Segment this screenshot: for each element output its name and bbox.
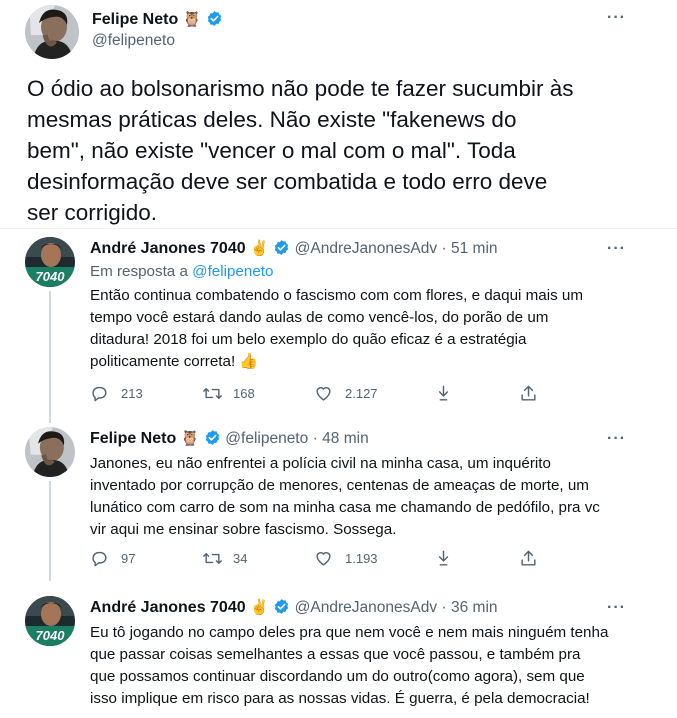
- author-name[interactable]: Felipe Neto: [90, 430, 176, 447]
- retweet-action[interactable]: 34: [202, 549, 314, 568]
- reply-count: 97: [121, 551, 136, 566]
- reply-action[interactable]: 97: [90, 549, 202, 568]
- author-line: Felipe Neto 🦉: [92, 10, 223, 32]
- more-options-icon[interactable]: ···: [607, 599, 626, 617]
- retweet-icon[interactable]: [202, 384, 223, 403]
- tweet-text-line: politicamente correta! 👍: [90, 353, 259, 370]
- more-options-icon[interactable]: ···: [607, 9, 626, 27]
- avatar-badge-text: 7040: [36, 269, 66, 284]
- more-options-icon[interactable]: ···: [607, 240, 626, 258]
- tweet-text-line: Eu tô jogando no campo deles pra que nem…: [90, 624, 609, 641]
- tweet-text-line: que passar coisas semelhantes a essas qu…: [90, 646, 581, 663]
- author-line: André Janones 7040 ✌ @AndreJanonesAdv · …: [90, 239, 498, 261]
- author-name[interactable]: Felipe Neto: [92, 11, 178, 28]
- reply-prefix: Em resposta a: [90, 263, 188, 280]
- tweet-text: Então continua combatendo o fascismo com…: [90, 285, 660, 373]
- thread-line: [49, 481, 51, 581]
- tweet-text: O ódio ao bolsonarismo não pode te fazer…: [27, 73, 667, 228]
- avatar-andre-janones[interactable]: 7040: [25, 237, 75, 287]
- tweet-text-line: O ódio ao bolsonarismo não pode te fazer…: [27, 76, 574, 101]
- victory-hand-emoji: ✌: [250, 240, 269, 257]
- reply-context: Em resposta a @felipeneto: [90, 263, 273, 280]
- thread-line: [49, 291, 51, 423]
- avatar-badge-text: 7040: [36, 628, 66, 643]
- author-handle[interactable]: @AndreJanonesAdv: [295, 599, 437, 616]
- like-count: 2.127: [345, 386, 378, 401]
- owl-emoji: 🦉: [180, 430, 200, 447]
- author-line: André Janones 7040 ✌ @AndreJanonesAdv · …: [90, 598, 498, 620]
- tweet-text-line: vir aqui me ensinar sobre fascismo. Soss…: [90, 521, 397, 538]
- retweet-action[interactable]: 168: [202, 384, 314, 403]
- tweet-text-line: isso implique em risco para as nossas vi…: [90, 690, 590, 707]
- tweet-text-line: tempo você estará dando aulas de como ve…: [90, 309, 549, 326]
- tweet-text-line: ditadura! 2018 foi um belo exemplo do qu…: [90, 331, 527, 348]
- reply-to-link[interactable]: @felipeneto: [192, 263, 273, 280]
- divider: [0, 228, 677, 229]
- reply-icon[interactable]: [90, 549, 109, 568]
- share-icon[interactable]: [519, 549, 538, 568]
- tweet-text-line: bem", não existe "vencer o mal com o mal…: [27, 138, 516, 163]
- reply-icon[interactable]: [90, 384, 109, 403]
- like-action[interactable]: 2.127: [314, 384, 434, 403]
- tweet-text: Eu tô jogando no campo deles pra que nem…: [90, 622, 670, 710]
- tweet-text-line: que possamos continuar discordando um do…: [90, 668, 585, 685]
- retweet-count: 168: [233, 386, 255, 401]
- timestamp[interactable]: · 51 min: [442, 240, 498, 257]
- verified-badge-icon: [273, 239, 290, 261]
- author-handle[interactable]: @felipeneto: [92, 32, 175, 50]
- tip-action[interactable]: [434, 384, 519, 403]
- heart-icon[interactable]: [314, 384, 333, 403]
- tweet-text-line: lunático com carro de som na minha casa …: [90, 499, 600, 516]
- heart-icon[interactable]: [314, 549, 333, 568]
- verified-badge-icon: [206, 10, 223, 32]
- verified-badge-icon: [273, 598, 290, 620]
- timestamp[interactable]: · 48 min: [313, 430, 369, 447]
- tweet-text-line: ser corrigido.: [27, 200, 158, 225]
- author-name[interactable]: André Janones 7040: [90, 240, 246, 257]
- avatar-felipe-neto[interactable]: [25, 427, 75, 477]
- verified-badge-icon: [204, 429, 221, 451]
- owl-emoji: 🦉: [182, 11, 202, 28]
- victory-hand-emoji: ✌: [250, 599, 269, 616]
- tip-icon[interactable]: [434, 384, 453, 403]
- tweet-text: Janones, eu não enfrentei a polícia civi…: [90, 453, 660, 541]
- reply-count: 213: [121, 386, 143, 401]
- tweet-text-line: mesmas práticas deles. Não existe "faken…: [27, 107, 517, 132]
- tweet-actions: 97 34 1.193: [90, 549, 550, 568]
- avatar-felipe-neto[interactable]: [25, 5, 79, 59]
- tweet-text-line: inventado por corrupção de menores, cent…: [90, 477, 589, 494]
- author-handle[interactable]: @AndreJanonesAdv: [295, 240, 437, 257]
- tweet-actions: 213 168 2.127: [90, 384, 550, 403]
- share-action[interactable]: [519, 384, 538, 403]
- tip-icon[interactable]: [434, 549, 453, 568]
- author-handle[interactable]: @felipeneto: [225, 430, 308, 447]
- more-options-icon[interactable]: ···: [607, 430, 626, 448]
- retweet-count: 34: [233, 551, 248, 566]
- avatar-andre-janones[interactable]: 7040: [25, 596, 75, 646]
- timestamp[interactable]: · 36 min: [442, 599, 498, 616]
- like-action[interactable]: 1.193: [314, 549, 434, 568]
- tweet-text-line: Então continua combatendo o fascismo com…: [90, 287, 583, 304]
- retweet-icon[interactable]: [202, 549, 223, 568]
- tweet-text-line: desinformação deve ser combatida e todo …: [27, 169, 548, 194]
- share-icon[interactable]: [519, 384, 538, 403]
- reply-action[interactable]: 213: [90, 384, 202, 403]
- author-name[interactable]: André Janones 7040: [90, 599, 246, 616]
- tip-action[interactable]: [434, 549, 519, 568]
- tweet-text-line: Janones, eu não enfrentei a polícia civi…: [90, 455, 551, 472]
- author-line: Felipe Neto 🦉 @felipeneto · 48 min: [90, 429, 369, 451]
- like-count: 1.193: [345, 551, 378, 566]
- share-action[interactable]: [519, 549, 538, 568]
